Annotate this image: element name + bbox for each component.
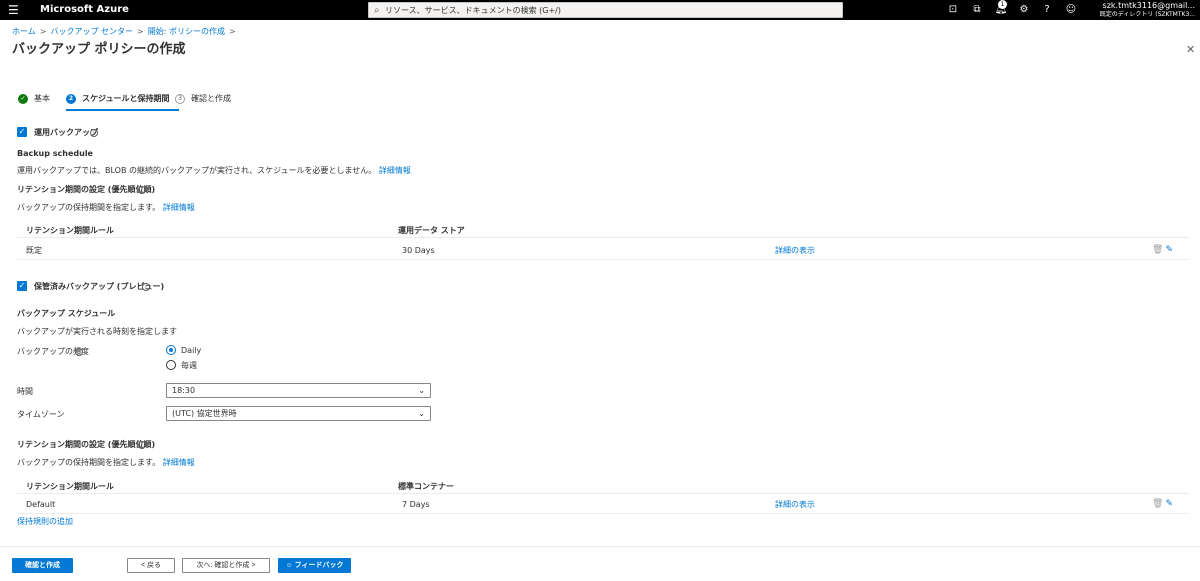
active-tab-indicator [66,109,179,111]
time-value: 18:30 [172,386,196,395]
cloud-shell-icon[interactable]: ⊡ [946,3,960,17]
edit-pencil-icon[interactable]: ✎ [1165,245,1173,255]
search-input[interactable]: ⌕ リソース、サービス、ドキュメントの検索 (G+/) [368,2,843,18]
step-number-icon: 3 [175,93,185,104]
info-icon[interactable]: i [142,283,150,291]
breadcrumb-item-backup-center[interactable]: バックアップ センター [50,27,133,36]
top-navigation-bar: ☰ Microsoft Azure ⌕ リソース、サービス、ドキュメントの検索 … [0,0,1200,20]
column-header-store: 運用データ ストア [398,226,465,235]
account-menu[interactable]: szk.tmtk3116@gmail... 既定のディレクトリ (SZKTMTK… [1095,1,1195,19]
account-directory: 既定のディレクトリ (SZKTMTK3... [1099,11,1195,18]
operational-retention-table-header: リテンション期間ルール 運用データ ストア [17,222,1189,238]
retention-duration: 30 Days [402,246,435,255]
table-row: Default 7 Days 詳細の表示 🗑︎ ✎ [17,496,1189,514]
breadcrumb-separator-icon: > [137,27,144,36]
timezone-dropdown[interactable]: (UTC) 協定世界時 ⌄ [166,406,431,421]
row-actions: 🗑︎ ✎ [1152,499,1173,510]
delete-icon[interactable]: 🗑︎ [1152,499,1163,509]
close-icon[interactable]: ✕ [1186,44,1195,56]
info-icon[interactable]: i [75,348,83,356]
vaulted-schedule-description: バックアップが実行される時刻を指定します [17,327,177,336]
tab-basics-label: 基本 [34,94,50,103]
footer-divider [0,546,1200,547]
checkmark-icon: ✓ [18,93,28,104]
vaulted-retention-description: バックアップの保持期間を指定します。 詳細情報 [17,458,195,467]
retention-duration: 7 Days [402,500,430,509]
time-label: 時間 [17,387,33,396]
info-icon[interactable]: i [138,441,146,449]
tab-review-create[interactable]: 3 確認と作成 [175,92,231,112]
vaulted-backup-checkbox[interactable]: ✓ [17,281,27,291]
timezone-value: (UTC) 協定世界時 [172,409,237,418]
rule-name: 既定 [26,246,42,255]
edit-pencil-icon[interactable]: ✎ [1165,499,1173,509]
search-icon: ⌕ [374,5,380,16]
notification-count-badge: 1 [998,0,1007,9]
more-options-icon[interactable]: ··· [174,42,184,58]
vaulted-retention-table-header: リテンション期間ルール 標準コンテナー [17,478,1189,494]
frequency-weekly-radio[interactable] [166,360,176,370]
help-icon[interactable]: ? [1040,3,1054,17]
operational-backup-label: 運用バックアップ [34,128,98,137]
previous-button[interactable]: < 戻る [127,558,175,573]
account-name: szk.tmtk3116@gmail... [1102,1,1195,10]
vaulted-schedule-heading: バックアップ スケジュール [17,309,116,318]
operational-schedule-description: 運用バックアップでは、BLOB の継続的バックアップが実行され、スケジュールを必… [17,166,411,175]
view-details-link[interactable]: 詳細の表示 [775,245,815,256]
chevron-down-icon: ⌄ [418,409,425,418]
info-icon[interactable]: i [90,129,98,137]
directory-filter-icon[interactable]: ⧉ [970,3,984,17]
breadcrumb: ホーム > バックアップ センター > 開始: ポリシーの作成 > [12,26,240,37]
brand-title[interactable]: Microsoft Azure [40,3,129,17]
info-icon[interactable]: i [138,186,146,194]
page-title: バックアップ ポリシーの作成 [12,42,186,57]
frequency-weekly-label[interactable]: 毎週 [181,360,197,371]
breadcrumb-item-home[interactable]: ホーム [12,27,36,36]
frequency-daily-radio[interactable] [166,345,176,355]
hamburger-menu-icon[interactable]: ☰ [8,3,22,17]
learn-more-link[interactable]: 詳細情報 [163,203,195,212]
breadcrumb-item-start-policy[interactable]: 開始: ポリシーの作成 [148,27,225,36]
view-details-link[interactable]: 詳細の表示 [775,499,815,510]
feedback-icon: ☺ [285,562,295,569]
column-header-rule: リテンション期間ルール [26,482,114,491]
operational-retention-heading: リテンション期間の設定 (優先順位順) [17,185,156,194]
next-button[interactable]: 次へ: 確認と作成 > [182,558,270,573]
tab-schedule-retention-label: スケジュールと保持期間 [82,94,170,103]
frequency-daily-label[interactable]: Daily [181,345,201,356]
step-number-icon: 2 [66,93,76,104]
backup-schedule-heading: Backup schedule [17,149,93,158]
tab-basics[interactable]: ✓ 基本 [18,92,50,112]
timezone-label: タイムゾーン [17,410,65,419]
operational-backup-checkbox[interactable]: ✓ [17,127,27,137]
table-row: 既定 30 Days 詳細の表示 🗑︎ ✎ [17,242,1189,260]
row-actions: 🗑︎ ✎ [1152,245,1173,256]
column-header-store: 標準コンテナー [398,482,454,491]
chevron-down-icon: ⌄ [418,386,425,395]
add-retention-rule-link[interactable]: 保持規則の追加 [17,516,73,527]
delete-icon[interactable]: 🗑︎ [1152,245,1163,255]
learn-more-link[interactable]: 詳細情報 [163,458,195,467]
review-create-button[interactable]: 確認と作成 [12,558,73,573]
time-dropdown[interactable]: 18:30 ⌄ [166,383,431,398]
feedback-button-label: フィードバック [294,562,344,569]
learn-more-link[interactable]: 詳細情報 [379,166,411,175]
vaulted-retention-heading: リテンション期間の設定 (優先順位順) [17,440,156,449]
feedback-button[interactable]: ☺ フィードバック [278,558,351,573]
breadcrumb-separator-icon: > [39,27,47,36]
rule-name: Default [26,500,56,509]
settings-gear-icon[interactable]: ⚙ [1017,3,1031,17]
operational-retention-description: バックアップの保持期間を指定します。 詳細情報 [17,203,195,212]
search-placeholder: リソース、サービス、ドキュメントの検索 (G+/) [385,6,561,15]
column-header-rule: リテンション期間ルール [26,226,114,235]
tab-review-create-label: 確認と作成 [191,94,231,103]
feedback-icon[interactable]: ☺ [1064,3,1078,17]
breadcrumb-separator-icon: > [228,27,236,36]
